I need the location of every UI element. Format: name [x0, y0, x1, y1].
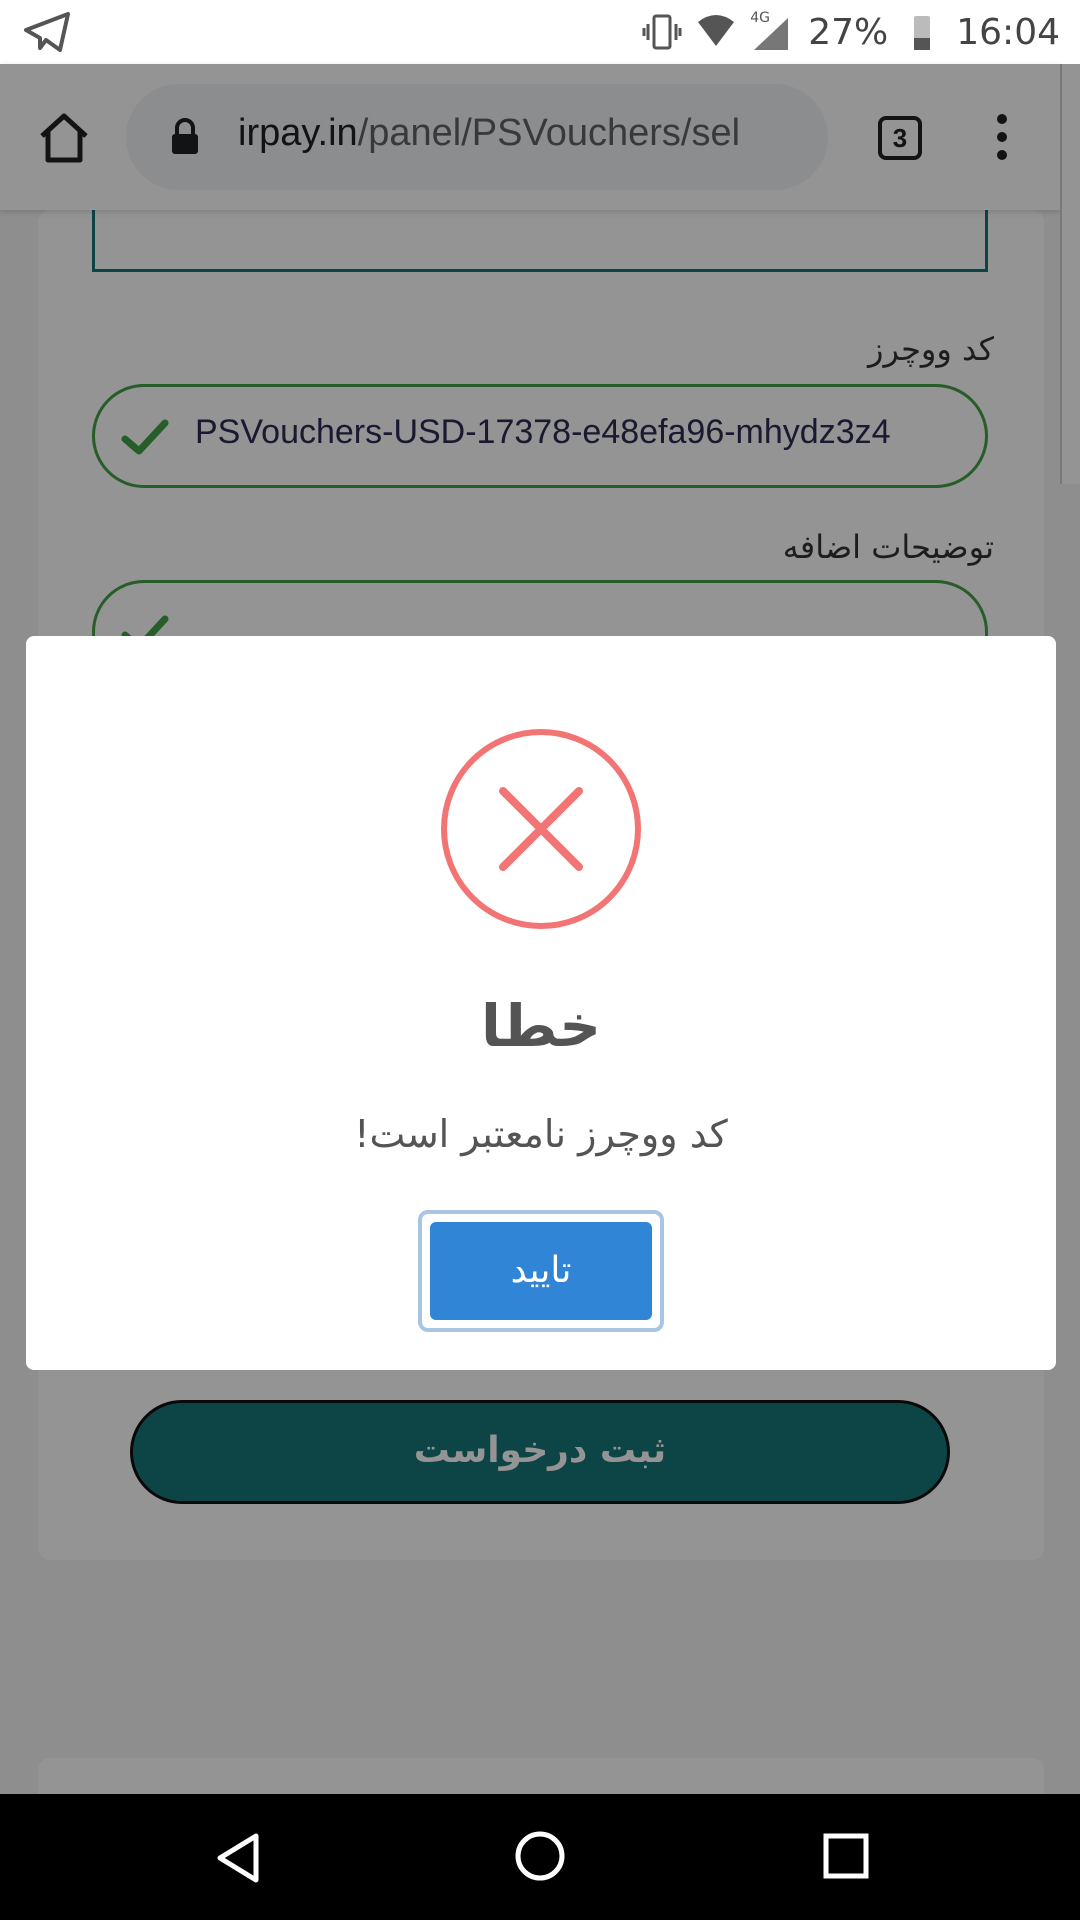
recent-apps-icon[interactable]: [822, 1832, 870, 1880]
vibrate-icon: [642, 14, 682, 50]
confirm-button-focus-ring: تایید: [418, 1210, 664, 1332]
error-dialog: خطا کد ووچرز نامعتبر است! تایید: [26, 636, 1056, 1370]
dialog-title: خطا: [480, 992, 602, 1060]
clock: 16:04: [956, 11, 1060, 53]
cell-signal-icon: 4G: [750, 10, 794, 52]
error-x-icon: [441, 729, 641, 929]
status-bar: 4G 27% 16:04: [0, 0, 1080, 64]
confirm-button[interactable]: تایید: [430, 1222, 652, 1320]
battery-percent: 27%: [808, 11, 889, 53]
telegram-icon: [24, 12, 70, 52]
network-type: 4G: [750, 10, 770, 26]
dialog-message: کد ووچرز نامعتبر است!: [354, 1112, 728, 1156]
navigation-bar: [0, 1794, 1080, 1920]
wifi-icon: [698, 15, 735, 46]
battery-icon: [914, 16, 931, 50]
home-nav-icon[interactable]: [514, 1830, 566, 1882]
back-icon[interactable]: [212, 1832, 264, 1884]
